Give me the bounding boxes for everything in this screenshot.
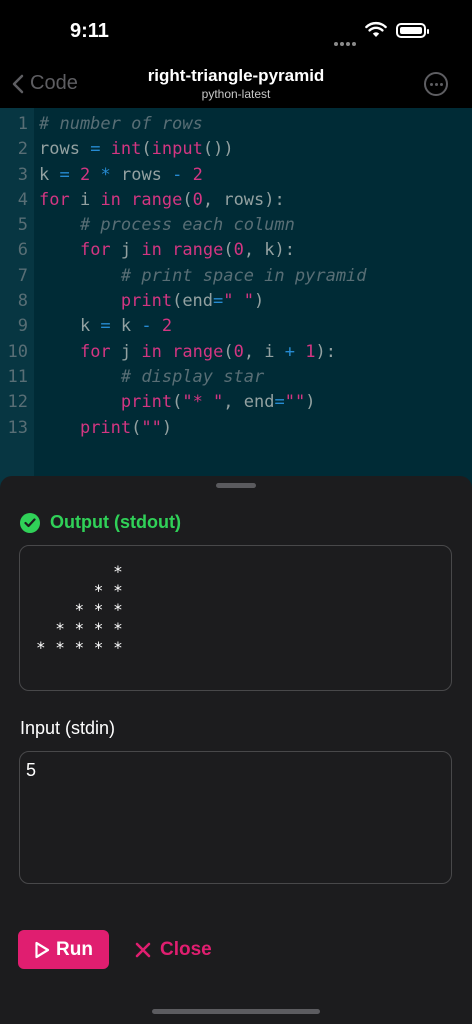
output-text: * * * * * * * * * * * * * * * xyxy=(36,562,123,657)
code-line: 9 k = k - 2 xyxy=(0,314,472,339)
line-number: 1 xyxy=(17,114,28,134)
checkmark-circle-icon xyxy=(20,512,40,533)
code-text: for i in range(0, rows): xyxy=(39,189,285,210)
code-line: 3 k = 2 * rows - 2 xyxy=(0,163,472,188)
code-text: # display star xyxy=(120,366,265,387)
code-editor[interactable]: 1 # number of rows 2 rows = int(input()) 3 k … xyxy=(0,108,472,488)
code-text: k = k - 2 xyxy=(39,316,173,337)
code-line: 10 for j in range(0, i + 1): xyxy=(0,340,472,365)
page-subtitle: python-latest xyxy=(201,87,271,101)
home-indicator xyxy=(152,1009,320,1014)
code-line: 8 print(end=" ") xyxy=(0,289,472,314)
close-button[interactable]: Close xyxy=(134,930,212,969)
line-number: 13 xyxy=(7,417,28,438)
code-text: k = 2 * rows - 2 xyxy=(39,164,203,185)
code-line: 1 # number of rows xyxy=(0,112,472,137)
more-options-button[interactable] xyxy=(424,72,448,96)
line-number: 9 xyxy=(17,316,28,337)
run-sheet: Output (stdout) * * * * * * * * * * * * … xyxy=(0,476,472,1024)
signal-icon xyxy=(334,33,358,46)
stdin-input[interactable]: 5 xyxy=(26,760,444,872)
run-button[interactable]: Run xyxy=(18,930,109,969)
play-icon xyxy=(35,941,50,958)
line-number: 2 xyxy=(17,139,28,160)
status-bar: 9:11 xyxy=(0,0,472,62)
code-text: rows = int(input()) xyxy=(39,139,234,160)
code-line: 4 for i in range(0, rows): xyxy=(0,188,472,213)
page-title: right-triangle-pyramid xyxy=(147,66,325,85)
ellipsis-icon xyxy=(429,82,433,86)
output-header: Output (stdout) xyxy=(20,512,181,533)
code-text: print("") xyxy=(79,417,173,438)
code-text: # process each column xyxy=(79,215,295,236)
line-number: 7 xyxy=(17,265,28,286)
output-box: * * * * * * * * * * * * * * * xyxy=(19,545,452,691)
code-lines: 1 # number of rows 2 rows = int(input()) 3 k … xyxy=(0,112,472,441)
line-number: 10 xyxy=(7,341,28,362)
close-icon xyxy=(135,942,151,957)
output-title: Output (stdout) xyxy=(50,512,181,532)
code-text: # print space in pyramid xyxy=(120,265,367,286)
close-label: Close xyxy=(160,938,212,960)
line-number: 6 xyxy=(17,240,28,261)
line-number: 4 xyxy=(17,189,28,210)
line-number: 8 xyxy=(17,291,28,312)
code-line: 5 # process each column xyxy=(0,213,472,238)
line-number: 12 xyxy=(7,392,28,413)
sheet-grabber[interactable] xyxy=(216,483,256,488)
input-box: 5 xyxy=(19,751,452,884)
wifi-icon xyxy=(365,21,387,37)
code-line: 6 for j in range(0, k): xyxy=(0,238,472,263)
code-line: 7 # print space in pyramid xyxy=(0,264,472,289)
run-label: Run xyxy=(56,938,93,960)
code-text: print(end=" ") xyxy=(120,291,265,312)
code-line: 2 rows = int(input()) xyxy=(0,137,472,162)
input-label: Input (stdin) xyxy=(20,718,116,738)
code-text: for j in range(0, i + 1): xyxy=(79,341,336,362)
battery-icon xyxy=(396,23,429,38)
code-line: 12 print("* ", end="") xyxy=(0,390,472,415)
code-line: 11 # display star xyxy=(0,365,472,390)
status-time: 9:11 xyxy=(70,20,109,42)
line-number: 11 xyxy=(7,366,28,387)
line-number: 5 xyxy=(17,215,28,236)
code-text: for j in range(0, k): xyxy=(79,240,295,261)
code-line: 13 print("") xyxy=(0,416,472,441)
navigation-bar: Code right-triangle-pyramid python-lates… xyxy=(0,62,472,108)
line-number: 3 xyxy=(17,164,28,185)
code-text: # number of rows xyxy=(39,114,203,134)
code-text: print("* ", end="") xyxy=(120,392,316,413)
